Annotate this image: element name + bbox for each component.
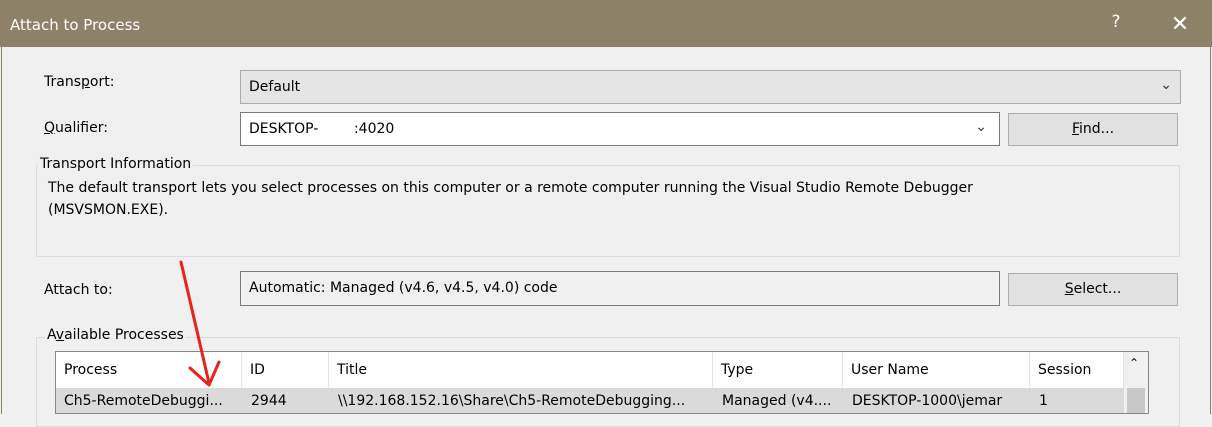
annotation-arrow-icon: [179, 260, 221, 387]
